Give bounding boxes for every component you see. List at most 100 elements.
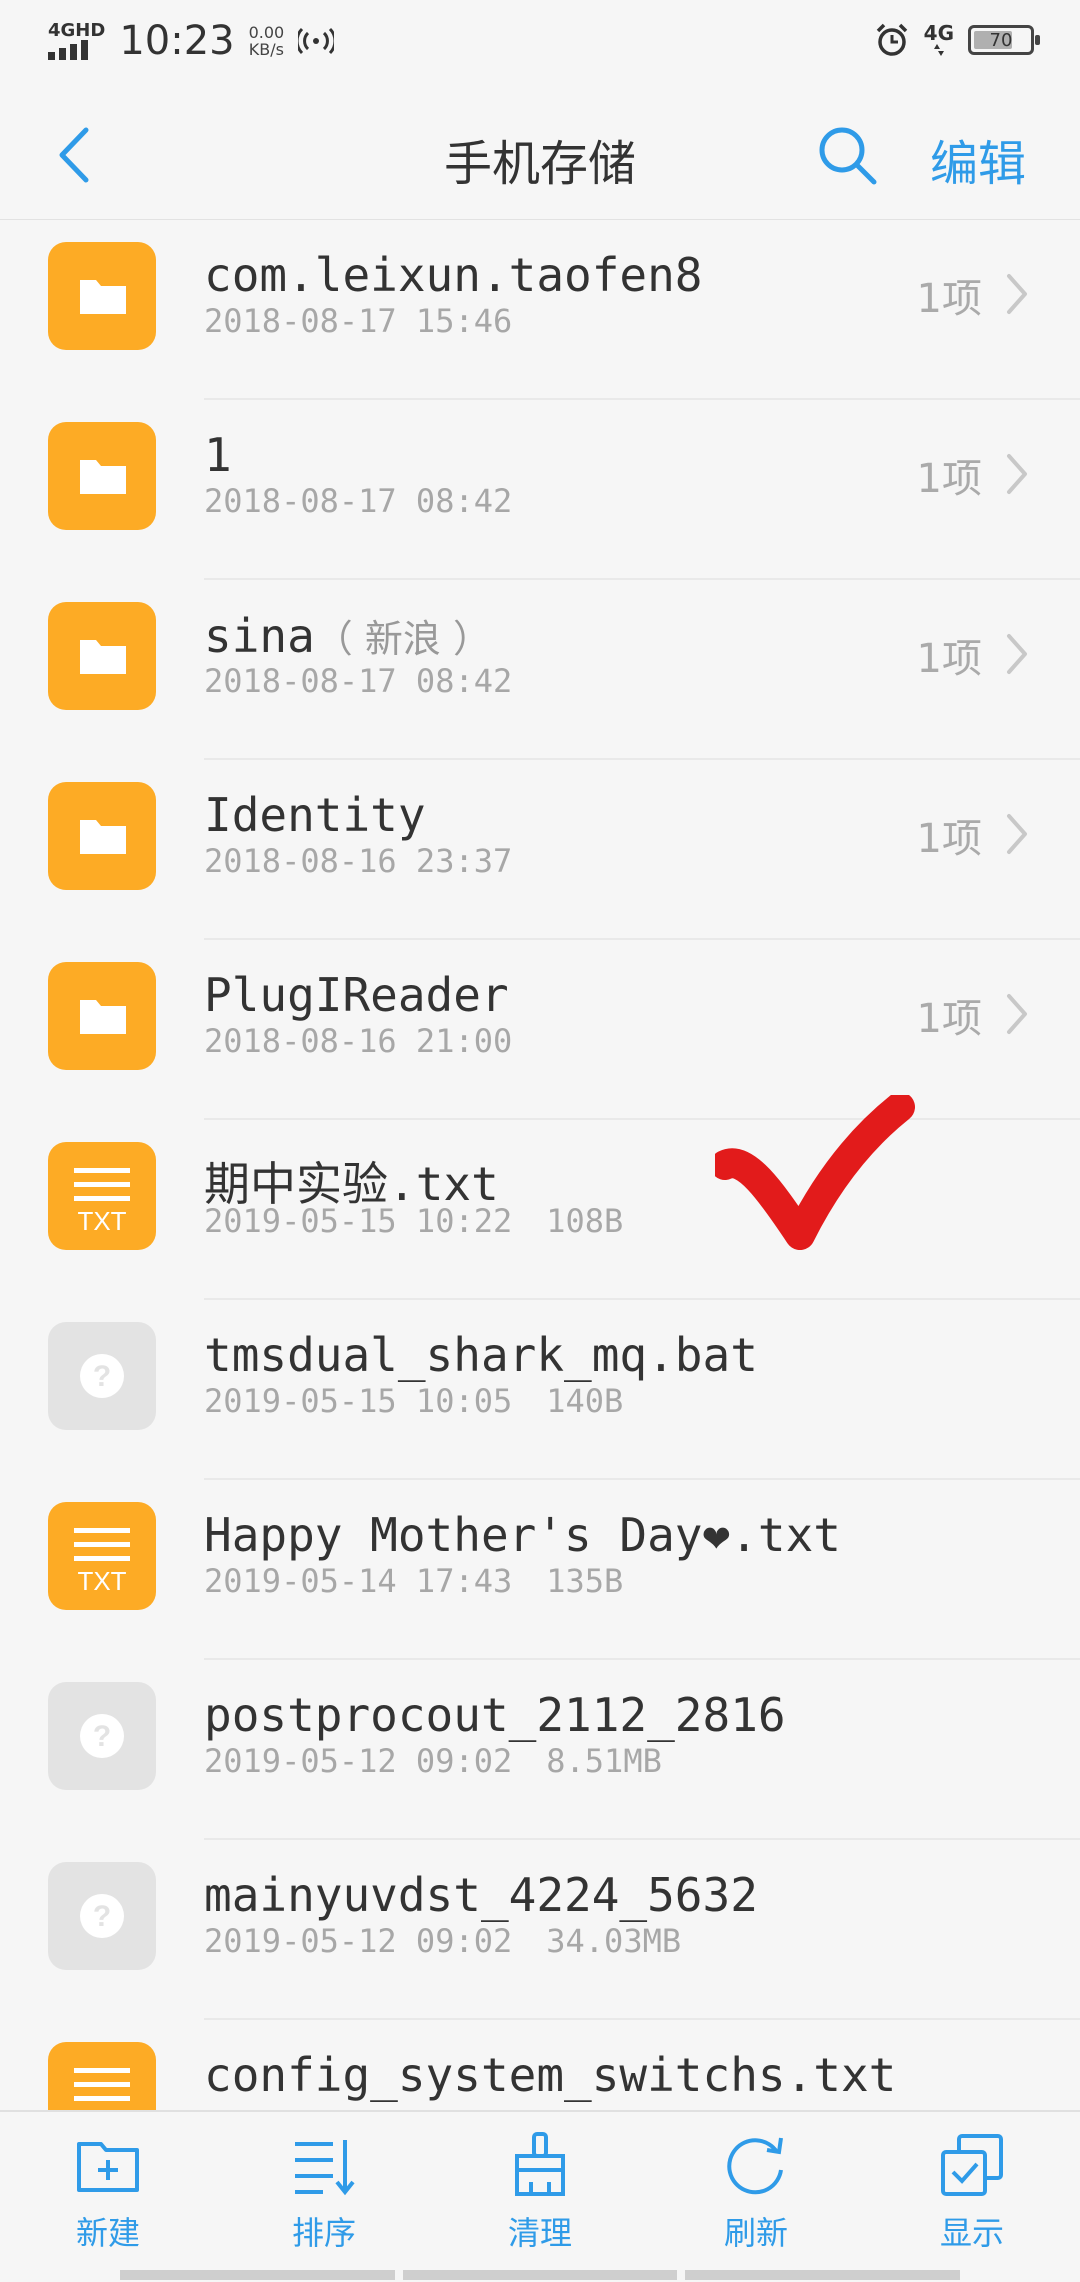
alarm-icon bbox=[876, 23, 907, 56]
status-left: 4GHD 10:23 0.00 KB/s bbox=[48, 18, 335, 64]
chevron-right-icon bbox=[1007, 634, 1027, 674]
file-list[interactable]: com.leixun.taofen8 2018-08-17 15:46 1项 1 201… bbox=[0, 220, 1080, 2110]
clean-button[interactable]: 清理 bbox=[470, 2130, 610, 2270]
txt-icon-tile: TXT bbox=[48, 1142, 156, 1250]
file-name-text: tmsdual_shark_mq.bat bbox=[204, 1328, 758, 1382]
battery-icon: 70 bbox=[968, 25, 1040, 55]
clock: 10:23 bbox=[119, 18, 235, 64]
sort-icon bbox=[295, 2140, 355, 2196]
folder-row[interactable]: Identity 2018-08-16 23:37 1项 bbox=[0, 760, 1080, 940]
search-icon[interactable] bbox=[812, 120, 882, 190]
file-row[interactable]: ? tmsdual_shark_mq.bat 2019-05-15 10:05 140… bbox=[0, 1300, 1080, 1480]
network-speed: 0.00 KB/s bbox=[249, 24, 285, 58]
gesture-bar bbox=[120, 2270, 961, 2280]
mobile-data-type: 4G bbox=[923, 21, 954, 45]
file-date: 2018-08-17 15:46 bbox=[204, 302, 513, 340]
question-mark: ? bbox=[93, 1900, 111, 1933]
folder-icon-tile bbox=[48, 782, 156, 890]
chevron-right-icon bbox=[1007, 814, 1027, 854]
file-meta: 2018-08-17 08:42 bbox=[204, 482, 512, 520]
speed-value: 0.00 bbox=[248, 23, 285, 42]
file-name-annotation: （ 新浪 ） bbox=[314, 617, 491, 661]
file-row[interactable]: TXT config_system_switchs.txt bbox=[0, 2020, 1080, 2110]
file-date: 2018-08-16 21:00 bbox=[204, 1022, 513, 1060]
file-meta: 2019-05-15 10:22 108B bbox=[204, 1202, 623, 1240]
folder-icon bbox=[80, 460, 126, 494]
txt-icon-tile: TXT bbox=[48, 2042, 156, 2110]
folder-row[interactable]: 1 2018-08-17 08:42 1项 bbox=[0, 400, 1080, 580]
refresh-label: 刷新 bbox=[723, 2214, 788, 2252]
gesture-segment bbox=[120, 2270, 395, 2280]
folder-icon bbox=[80, 640, 126, 674]
folder-row[interactable]: com.leixun.taofen8 2018-08-17 15:46 1项 bbox=[0, 220, 1080, 400]
refresh-button[interactable]: 刷新 bbox=[686, 2130, 826, 2270]
folder-row[interactable]: PlugIReader 2018-08-16 21:00 1项 bbox=[0, 940, 1080, 1120]
file-name: 1 bbox=[204, 428, 232, 482]
folder-icon-tile bbox=[48, 962, 156, 1070]
file-name: Happy Mother's Day❤.txt bbox=[204, 1508, 841, 1562]
mobile-data-indicator: 4G bbox=[924, 23, 954, 57]
file-meta: 2018-08-16 23:37 bbox=[204, 842, 512, 880]
file-size: 135B bbox=[546, 1562, 624, 1600]
file-name-text: Happy Mother's Day❤.txt bbox=[204, 1508, 841, 1562]
display-label: 显示 bbox=[939, 2214, 1004, 2252]
file-name-text: postprocout_2112_2816 bbox=[204, 1688, 786, 1742]
folder-icon-tile bbox=[48, 602, 156, 710]
status-bar: 4GHD 10:23 0.00 KB/s 4G 70 bbox=[0, 0, 1080, 90]
sort-button[interactable]: 排序 bbox=[254, 2130, 394, 2270]
file-row[interactable]: ? postprocout_2112_2816 2019-05-12 09:02 8.… bbox=[0, 1660, 1080, 1840]
file-date: 2019-05-12 09:02 bbox=[204, 1922, 513, 1960]
edit-button[interactable]: 编辑 bbox=[930, 124, 1026, 194]
question-mark: ? bbox=[93, 1360, 111, 1393]
page-title: 手机存储 bbox=[443, 136, 636, 192]
file-row[interactable]: TXT Happy Mother's Day❤.txt 2019-05-14 17:… bbox=[0, 1480, 1080, 1660]
chevron-right-icon bbox=[1007, 994, 1027, 1034]
file-name-text: config_system_switchs.txt bbox=[204, 2048, 897, 2102]
folder-icon bbox=[80, 1000, 126, 1034]
unknown-icon-tile: ? bbox=[48, 1682, 156, 1790]
txt-file-icon: TXT bbox=[74, 1528, 130, 1596]
folder-row[interactable]: sina（ 新浪 ） 2018-08-17 08:42 1项 bbox=[0, 580, 1080, 760]
question-mark: ? bbox=[93, 1720, 111, 1753]
item-count: 1项 bbox=[916, 456, 982, 502]
txt-file-icon: TXT bbox=[74, 2068, 130, 2110]
new-label: 新建 bbox=[75, 2214, 140, 2252]
file-name: tmsdual_shark_mq.bat bbox=[204, 1328, 758, 1382]
app-header: 手机存储 编辑 bbox=[0, 90, 1080, 220]
display-button[interactable]: 显示 bbox=[902, 2130, 1042, 2270]
file-row[interactable]: ? mainyuvdst_4224_5632 2019-05-12 09:02 34.… bbox=[0, 1840, 1080, 2020]
file-size: 108B bbox=[546, 1202, 624, 1240]
hotspot-icon bbox=[298, 27, 335, 55]
new-folder-icon bbox=[77, 2142, 139, 2192]
file-date: 2019-05-15 10:22 bbox=[204, 1202, 513, 1240]
file-size: 8.51MB bbox=[546, 1742, 662, 1780]
unknown-file-icon: ? bbox=[80, 1894, 124, 1938]
file-name: Identity bbox=[204, 788, 426, 842]
file-row[interactable]: TXT 期中实验.txt 2019-05-15 10:22 108B bbox=[0, 1120, 1080, 1300]
sort-label: 排序 bbox=[291, 2214, 356, 2252]
file-name-text: 1 bbox=[204, 428, 232, 482]
file-name: mainyuvdst_4224_5632 bbox=[204, 1868, 758, 1922]
gesture-segment bbox=[402, 2270, 678, 2280]
gesture-segment bbox=[685, 2270, 961, 2280]
folder-icon-tile bbox=[48, 242, 156, 350]
file-size: 34.03MB bbox=[546, 1922, 682, 1960]
status-right: 4G 70 bbox=[874, 22, 1040, 58]
file-name: postprocout_2112_2816 bbox=[204, 1688, 786, 1742]
new-folder-button[interactable]: 新建 bbox=[38, 2130, 178, 2270]
file-name: PlugIReader bbox=[204, 968, 509, 1022]
file-date: 2019-05-15 10:05 bbox=[204, 1382, 513, 1420]
chevron-right-icon bbox=[1007, 454, 1027, 494]
battery-level: 70 bbox=[989, 30, 1013, 51]
file-name-text: PlugIReader bbox=[204, 968, 509, 1022]
file-date: 2018-08-16 23:37 bbox=[204, 842, 513, 880]
file-name: sina（ 新浪 ） bbox=[204, 608, 491, 663]
bottom-toolbar: 新建 排序 清理 刷新 显示 bbox=[0, 2110, 1080, 2282]
file-name-text: sina bbox=[204, 609, 315, 663]
txt-icon-tile: TXT bbox=[48, 1502, 156, 1610]
unknown-icon-tile: ? bbox=[48, 1322, 156, 1430]
txt-icon-label: TXT bbox=[77, 1566, 126, 1596]
txt-file-icon: TXT bbox=[74, 1168, 130, 1236]
network-type: 4GHD bbox=[48, 20, 106, 41]
file-name-text: Identity bbox=[204, 788, 426, 842]
